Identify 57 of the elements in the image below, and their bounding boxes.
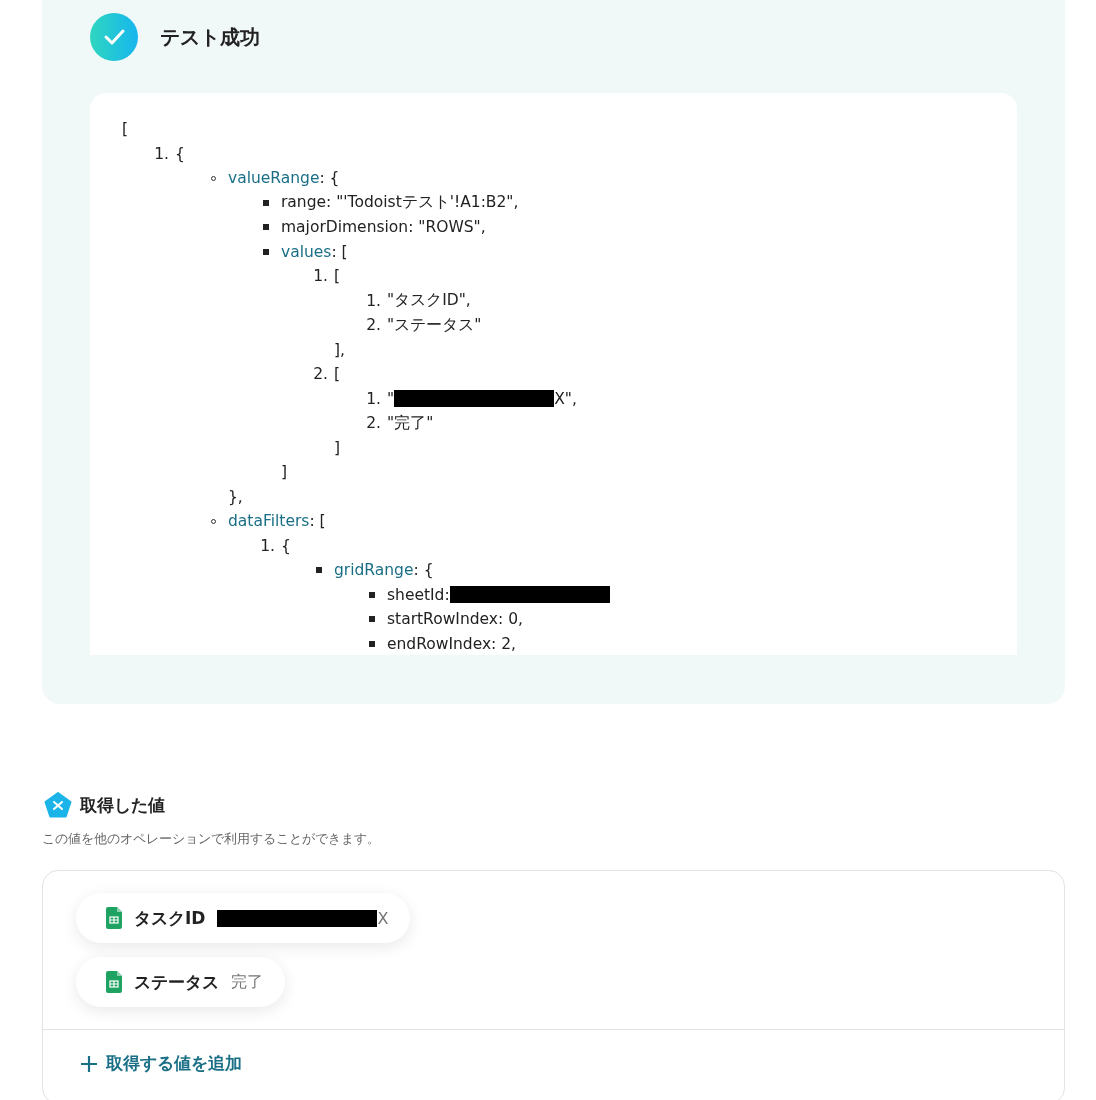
section-title: 取得した値 [80, 793, 165, 817]
json-text: : [ [331, 242, 348, 261]
list-number: 1. [365, 389, 382, 408]
square-bullet-icon [263, 199, 269, 206]
pentagon-variable-icon [44, 792, 72, 818]
json-text: ] [281, 463, 288, 482]
json-text: ] [334, 438, 341, 457]
json-text: X", [554, 389, 577, 408]
value-label: タスクID [134, 906, 206, 930]
json-key: valueRange [228, 169, 320, 188]
list-number: 1. [259, 536, 276, 555]
json-text: [ [122, 120, 129, 139]
value-text: X [377, 908, 389, 928]
square-bullet-icon [263, 248, 269, 255]
square-bullet-icon [316, 567, 322, 574]
check-icon [90, 13, 138, 61]
json-text: majorDimension: "ROWS", [281, 218, 486, 237]
list-number: 2. [365, 414, 382, 433]
json-key: gridRange [334, 561, 414, 580]
json-text: { [175, 144, 185, 163]
spreadsheet-icon [106, 907, 122, 929]
json-text: ], [334, 340, 345, 359]
value-chip[interactable]: ステータス 完了 [76, 957, 285, 1007]
json-text: [ [334, 267, 341, 286]
status-title: テスト成功 [160, 23, 260, 51]
list-number: 1. [153, 144, 170, 163]
json-text: }, [228, 487, 243, 506]
json-text: : [ [309, 512, 326, 531]
json-text: "ステータス" [387, 314, 482, 336]
json-key: dataFilters [228, 512, 310, 531]
add-value-button[interactable]: 取得する値を追加 [43, 1030, 279, 1100]
value-chip[interactable]: タスクID X [76, 893, 411, 943]
square-bullet-icon [369, 640, 375, 647]
json-text: endRowIndex: 2, [387, 634, 517, 653]
json-text: "完了" [387, 412, 434, 434]
json-key: values [281, 242, 332, 261]
json-text: " [387, 389, 395, 408]
value-label: ステータス [134, 970, 219, 994]
square-bullet-icon [369, 616, 375, 623]
json-text: sheetId: [387, 585, 450, 604]
list-number: 2. [312, 365, 329, 384]
json-text: [ [334, 365, 341, 384]
section-description: この値を他のオペレーションで利用することができます。 [42, 830, 381, 848]
spreadsheet-icon [106, 971, 122, 993]
square-bullet-icon [263, 224, 269, 231]
json-text: : { [319, 169, 340, 188]
json-text: startRowIndex: 0, [387, 610, 523, 629]
json-text: : { [413, 561, 434, 580]
value-text: 完了 [231, 971, 263, 993]
json-text: { [281, 536, 291, 555]
list-number: 2. [365, 316, 382, 335]
square-bullet-icon [369, 591, 375, 598]
list-number: 1. [365, 291, 382, 310]
json-text: range: "'Todoistテスト'!A1:B2", [281, 192, 519, 214]
list-number: 1. [312, 267, 329, 286]
json-text: "タスクID", [387, 290, 471, 312]
plus-icon [80, 1054, 98, 1073]
